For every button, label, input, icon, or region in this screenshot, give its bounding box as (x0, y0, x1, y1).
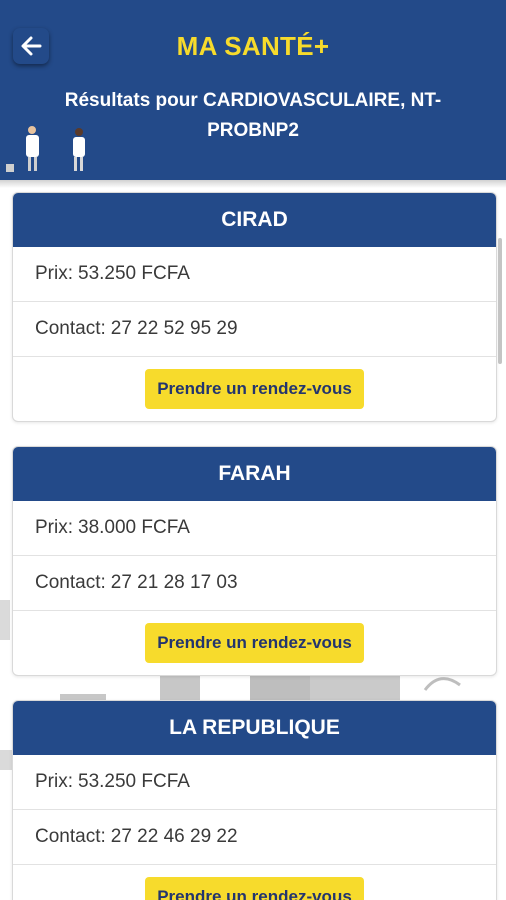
contact-value[interactable]: 27 21 28 17 03 (111, 572, 238, 594)
price-label: Prix: (35, 263, 73, 284)
book-appointment-button[interactable]: Prendre un rendez-vous (145, 623, 364, 663)
price-value: 53.250 FCFA (78, 771, 190, 792)
contact-value[interactable]: 27 22 46 29 22 (111, 826, 238, 848)
results-list[interactable]: CIRAD Prix: 53.250 FCFA Contact: 27 22 5… (0, 180, 506, 900)
app-header: MA SANTÉ+ Résultats pour CARDIOVASCULAIR… (0, 0, 506, 180)
contact-row: Contact: 27 22 52 95 29 (13, 302, 496, 357)
result-card: LA REPUBLIQUE Prix: 53.250 FCFA Contact:… (12, 700, 497, 900)
card-footer: Prendre un rendez-vous (13, 357, 496, 421)
header-shadow (0, 180, 506, 188)
doctors-illustration (6, 126, 85, 172)
book-appointment-button[interactable]: Prendre un rendez-vous (145, 369, 364, 409)
contact-label: Contact: (35, 318, 106, 339)
card-footer: Prendre un rendez-vous (13, 611, 496, 675)
price-row: Prix: 53.250 FCFA (13, 755, 496, 810)
contact-value[interactable]: 27 22 52 95 29 (111, 318, 238, 340)
price-label: Prix: (35, 771, 73, 792)
result-card: CIRAD Prix: 53.250 FCFA Contact: 27 22 5… (12, 192, 497, 422)
price-value: 38.000 FCFA (78, 517, 190, 538)
book-appointment-button[interactable]: Prendre un rendez-vous (145, 877, 364, 900)
app-title: MA SANTÉ+ (176, 31, 330, 61)
price-row: Prix: 53.250 FCFA (13, 247, 496, 302)
card-footer: Prendre un rendez-vous (13, 865, 496, 900)
contact-label: Contact: (35, 572, 106, 593)
card-title: CIRAD (13, 193, 496, 247)
result-card: FARAH Prix: 38.000 FCFA Contact: 27 21 2… (12, 446, 497, 676)
card-title: FARAH (13, 447, 496, 501)
page-subtitle: Résultats pour CARDIOVASCULAIRE, NT-PROB… (64, 90, 442, 141)
contact-row: Contact: 27 21 28 17 03 (13, 556, 496, 611)
card-title: LA REPUBLIQUE (13, 701, 496, 755)
contact-row: Contact: 27 22 46 29 22 (13, 810, 496, 865)
price-row: Prix: 38.000 FCFA (13, 501, 496, 556)
price-label: Prix: (35, 517, 73, 538)
contact-label: Contact: (35, 826, 106, 847)
price-value: 53.250 FCFA (78, 263, 190, 284)
scrollbar[interactable] (498, 238, 502, 364)
